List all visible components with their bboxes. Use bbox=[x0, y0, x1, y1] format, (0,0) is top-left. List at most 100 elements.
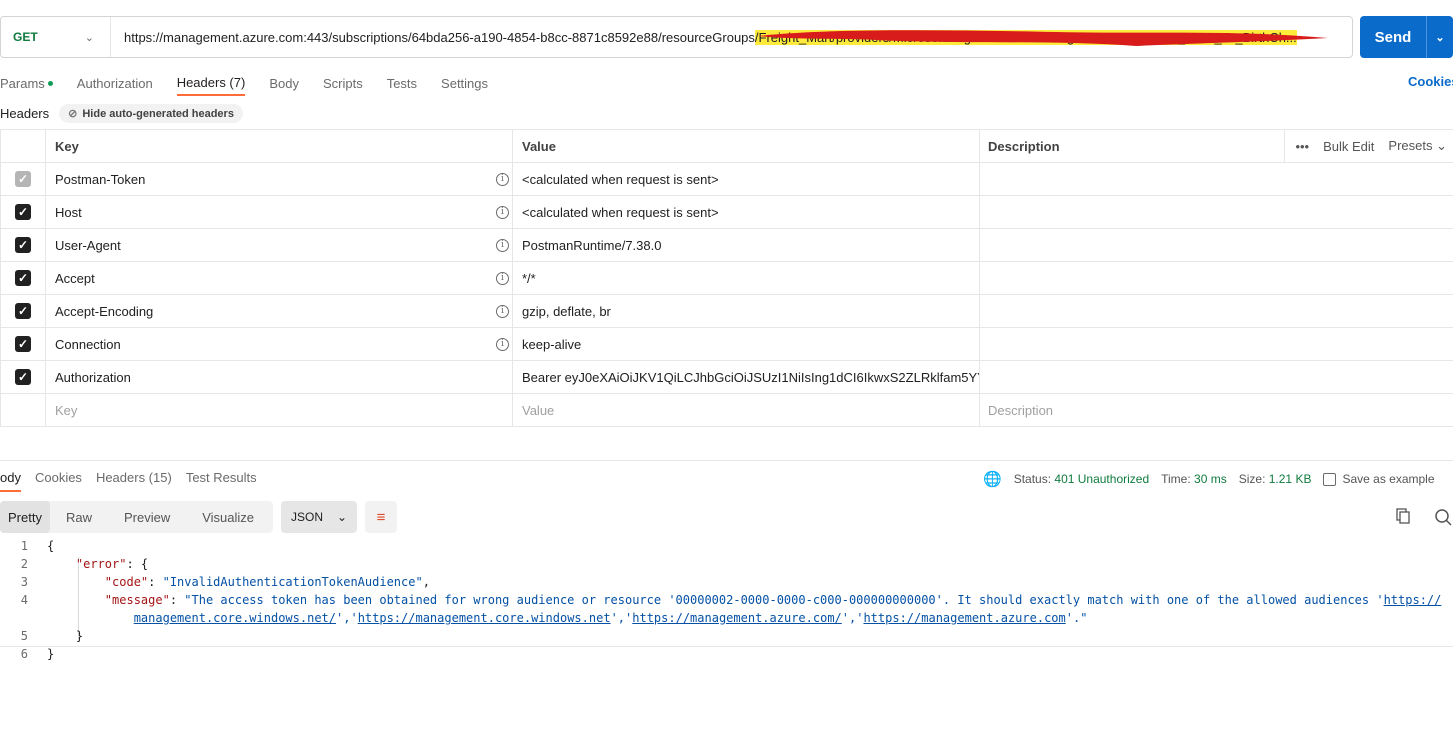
tab-params[interactable]: Params bbox=[0, 70, 53, 96]
code-line: 3 "code": "InvalidAuthenticationTokenAud… bbox=[0, 573, 1453, 591]
json-key: "error" bbox=[75, 557, 127, 571]
time[interactable]: Time: 30 ms bbox=[1161, 472, 1227, 486]
table-row: ✓ Connection i keep-alive bbox=[0, 328, 1453, 361]
resp-tab-headers[interactable]: Headers (15) bbox=[96, 470, 172, 492]
new-key-input[interactable]: Key bbox=[45, 394, 512, 426]
json-link[interactable]: management.core.windows.net/ bbox=[134, 611, 336, 625]
resp-tab-body[interactable]: ody bbox=[0, 470, 21, 492]
method-select[interactable]: GET ⌄ bbox=[1, 17, 111, 57]
search-icon[interactable] bbox=[1434, 508, 1452, 526]
json-link[interactable]: https:// bbox=[1384, 593, 1442, 607]
checkbox[interactable]: ✓ bbox=[15, 336, 31, 352]
send-dropdown-icon[interactable]: ⌄ bbox=[1427, 31, 1453, 44]
header-key[interactable]: Postman-Token bbox=[55, 172, 145, 187]
tab-body[interactable]: Body bbox=[269, 70, 299, 96]
header-description[interactable] bbox=[979, 361, 1453, 393]
header-key[interactable]: User-Agent bbox=[55, 238, 121, 253]
info-icon[interactable]: i bbox=[496, 205, 509, 219]
line-number: 4 bbox=[20, 593, 28, 607]
key-cell: Postman-Token i bbox=[45, 163, 512, 195]
format-raw[interactable]: Raw bbox=[50, 501, 108, 533]
url-prefix: https://management.azure.com:443/subscri… bbox=[124, 29, 755, 45]
code-text: "code": "InvalidAuthenticationTokenAudie… bbox=[104, 575, 430, 589]
header-value[interactable]: <calculated when request is sent> bbox=[512, 163, 979, 195]
info-icon[interactable]: i bbox=[496, 337, 509, 351]
checkbox[interactable]: ✓ bbox=[15, 171, 31, 187]
json-link[interactable]: https://management.azure.com bbox=[863, 611, 1065, 625]
tab-settings[interactable]: Settings bbox=[441, 70, 488, 96]
header-value[interactable]: <calculated when request is sent> bbox=[512, 196, 979, 228]
header-description[interactable] bbox=[979, 295, 1453, 327]
table-row: ✓ Authorization Bearer eyJ0eXAiOiJKV1QiL… bbox=[0, 361, 1453, 394]
more-icon[interactable]: ••• bbox=[1295, 139, 1309, 154]
presets-button[interactable]: Presets ⌄ bbox=[1388, 138, 1447, 154]
header-description[interactable] bbox=[979, 229, 1453, 261]
format-pretty[interactable]: Pretty bbox=[0, 501, 50, 533]
wrap-lines-icon[interactable]: ≡ bbox=[365, 501, 397, 533]
header-value[interactable]: */* bbox=[512, 262, 979, 294]
table-row: ✓ Host i <calculated when request is sent… bbox=[0, 196, 1453, 229]
line-number: 1 bbox=[20, 539, 28, 553]
tab-tests[interactable]: Tests bbox=[387, 70, 417, 96]
header-description[interactable] bbox=[979, 262, 1453, 294]
status[interactable]: Status: 401 Unauthorized bbox=[1014, 472, 1149, 486]
new-description-input[interactable]: Description bbox=[979, 394, 1453, 426]
table-row: ✓ Accept i */* bbox=[0, 262, 1453, 295]
size[interactable]: Size: 1.21 KB bbox=[1239, 472, 1312, 486]
language-select[interactable]: JSON ⌄ bbox=[281, 501, 357, 533]
header-key[interactable]: Authorization bbox=[55, 370, 131, 385]
new-value-input[interactable]: Value bbox=[512, 394, 979, 426]
key-cell: Connection i bbox=[45, 328, 512, 360]
header-description[interactable] bbox=[979, 196, 1453, 228]
json-string: '." bbox=[1065, 611, 1088, 625]
header-description[interactable] bbox=[979, 328, 1453, 360]
response-meta: 🌐 Status: 401 Unauthorized Time: 30 ms S… bbox=[983, 470, 1435, 488]
header-key[interactable]: Accept bbox=[55, 271, 95, 286]
format-bar: Pretty Raw Preview Visualize JSON ⌄ ≡ bbox=[0, 501, 397, 533]
checkbox[interactable]: ✓ bbox=[15, 303, 31, 319]
table-row: ✓ Accept-Encoding i gzip, deflate, br bbox=[0, 295, 1453, 328]
cookies-link[interactable]: Cookies bbox=[1408, 74, 1453, 89]
size-label: Size: bbox=[1238, 472, 1266, 486]
col-description-label: Description bbox=[988, 138, 1060, 154]
row-checkbox-cell: ✓ bbox=[0, 262, 45, 294]
header-key[interactable]: Connection bbox=[55, 337, 121, 352]
table-header-row: Key Value Description ••• Bulk Edit Pres… bbox=[0, 130, 1453, 163]
json-link[interactable]: https://management.core.windows.net bbox=[358, 611, 611, 625]
header-value[interactable]: PostmanRuntime/7.38.0 bbox=[512, 229, 979, 261]
bulk-edit-button[interactable]: Bulk Edit bbox=[1323, 139, 1374, 154]
header-key[interactable]: Accept-Encoding bbox=[55, 304, 153, 319]
copy-icon[interactable] bbox=[1396, 508, 1410, 524]
line-number: 5 bbox=[20, 629, 28, 643]
format-preview[interactable]: Preview bbox=[108, 501, 186, 533]
send-button[interactable]: Send ⌄ bbox=[1360, 16, 1453, 58]
info-icon[interactable]: i bbox=[496, 304, 509, 318]
header-value[interactable]: keep-alive bbox=[512, 328, 979, 360]
code-text: { bbox=[47, 539, 55, 553]
tab-authorization[interactable]: Authorization bbox=[77, 70, 153, 96]
format-tabs: Pretty Raw Preview Visualize bbox=[0, 501, 273, 533]
header-value[interactable]: gzip, deflate, br bbox=[512, 295, 979, 327]
json-link[interactable]: https://management.azure.com/ bbox=[632, 611, 842, 625]
response-body[interactable]: 1{ 2 "error": { 3 "code": "InvalidAuthen… bbox=[0, 537, 1453, 663]
info-icon[interactable]: i bbox=[496, 271, 509, 285]
save-as-example-button[interactable]: Save as example bbox=[1323, 472, 1435, 487]
resp-tab-cookies[interactable]: Cookies bbox=[35, 470, 82, 492]
table-row-new: Key Value Description bbox=[0, 394, 1453, 427]
tab-headers[interactable]: Headers (7) bbox=[176, 70, 246, 96]
header-description[interactable] bbox=[979, 163, 1453, 195]
header-value[interactable]: Bearer eyJ0eXAiOiJKV1QiLCJhbGciOiJSUzI1N… bbox=[512, 361, 979, 393]
checkbox[interactable]: ✓ bbox=[15, 237, 31, 253]
hide-auto-headers-button[interactable]: ⊘ Hide auto-generated headers bbox=[59, 104, 243, 123]
resp-tab-test-results[interactable]: Test Results bbox=[186, 470, 257, 492]
checkbox[interactable]: ✓ bbox=[15, 204, 31, 220]
info-icon[interactable]: i bbox=[496, 238, 509, 252]
format-visualize[interactable]: Visualize bbox=[186, 501, 270, 533]
info-icon[interactable]: i bbox=[496, 172, 509, 186]
header-key[interactable]: Host bbox=[55, 205, 82, 220]
checkbox[interactable]: ✓ bbox=[15, 270, 31, 286]
tab-scripts[interactable]: Scripts bbox=[323, 70, 363, 96]
headers-toolbar: Headers ⊘ Hide auto-generated headers bbox=[0, 104, 243, 123]
checkbox[interactable]: ✓ bbox=[15, 369, 31, 385]
globe-icon[interactable]: 🌐 bbox=[983, 470, 1002, 488]
